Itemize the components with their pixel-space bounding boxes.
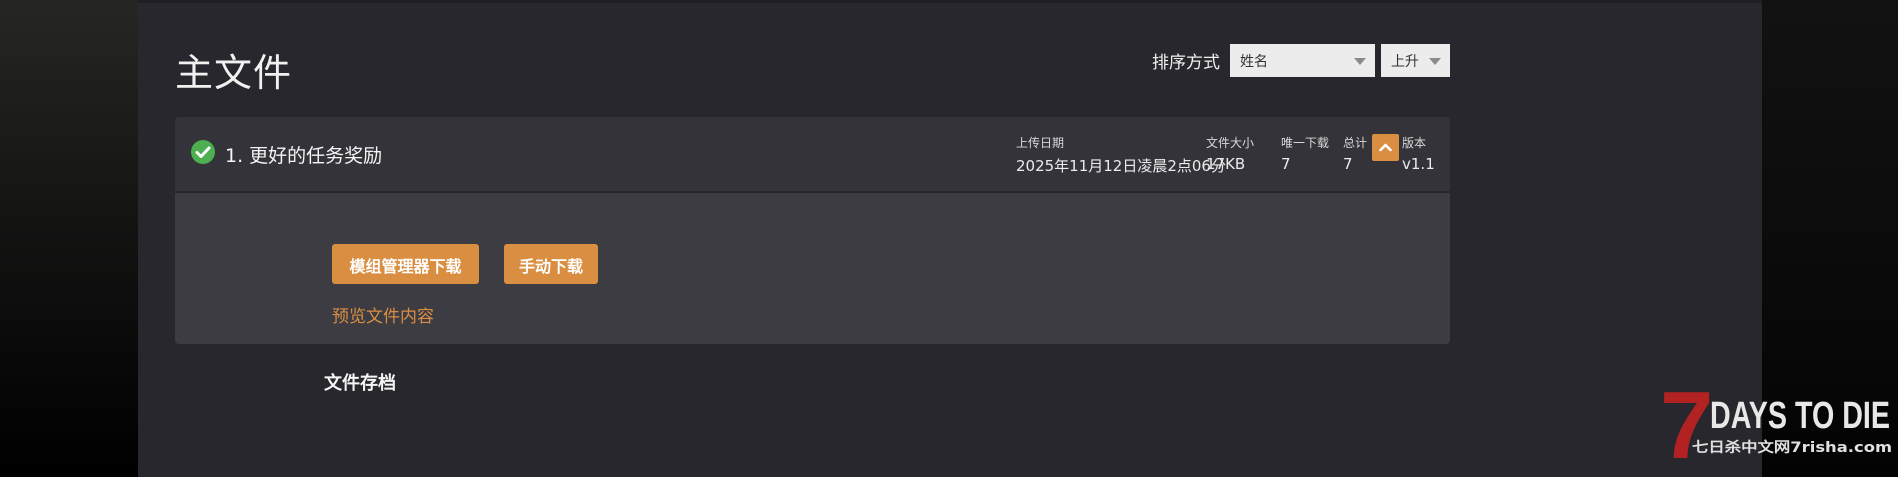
upload-date-label: 上传日期 [1016,136,1065,150]
file-name: 1. 更好的任务奖励 [225,145,383,167]
version-meta: 版本 v1.1 [1402,134,1435,173]
upload-date-value: 2025年11月12日凌晨2点06分 [1016,157,1226,175]
file-archive-heading: 文件存档 [324,373,396,394]
file-size-meta: 文件大小 17KB [1206,134,1254,173]
sort-order-select[interactable]: 上升 [1381,44,1450,77]
logo-title: DAYS TO DIE [1710,395,1890,437]
unique-downloads-label: 唯一下载 [1281,136,1330,150]
7-days-to-die-logo: 7 DAYS TO DIE 七日杀中文网7risha.com [1660,372,1892,477]
logo-subtitle: 七日杀中文网7risha.com [1692,439,1892,456]
page-title: 主文件 [175,51,293,95]
file-size-value: 17KB [1206,155,1246,173]
preview-file-contents-link[interactable]: 预览文件内容 [332,302,434,327]
chevron-up-icon [1379,143,1392,152]
check-circle-icon [191,140,215,164]
mod-manager-download-button[interactable]: 模组管理器下载 [332,244,479,284]
sort-label: 排序方式 [1152,53,1220,73]
collapse-button[interactable] [1372,134,1399,161]
logo-numeral: 7 [1660,372,1713,477]
page-background-left [0,0,138,477]
unique-downloads-value: 7 [1281,155,1291,173]
manual-download-button[interactable]: 手动下载 [504,244,598,284]
sort-field-value: 姓名 [1240,54,1268,70]
version-label: 版本 [1402,136,1427,150]
sort-order-value: 上升 [1391,54,1419,70]
file-size-label: 文件大小 [1206,136,1255,150]
unique-downloads-meta: 唯一下载 7 [1281,134,1329,173]
chevron-down-icon [1354,58,1366,65]
chevron-down-icon [1429,58,1441,65]
upload-date-meta: 上传日期 2025年11月12日凌晨2点06分 [1016,134,1226,176]
sort-field-select[interactable]: 姓名 [1230,44,1375,77]
version-value: v1.1 [1402,155,1435,173]
file-header[interactable]: 1. 更好的任务奖励 上传日期 2025年11月12日凌晨2点06分 文件大小 … [175,117,1450,193]
